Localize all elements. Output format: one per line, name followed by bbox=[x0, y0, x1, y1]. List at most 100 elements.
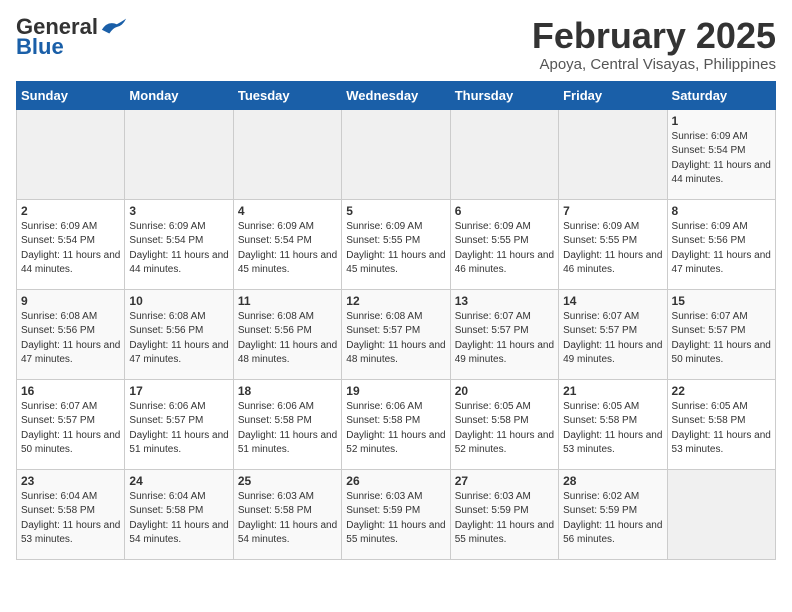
day-of-week-header: Tuesday bbox=[233, 81, 341, 109]
day-of-week-header: Saturday bbox=[667, 81, 775, 109]
calendar-cell: 11 Sunrise: 6:08 AMSunset: 5:56 PMDayligh… bbox=[233, 289, 341, 379]
day-number: 18 bbox=[238, 384, 337, 398]
day-number: 17 bbox=[129, 384, 228, 398]
day-info: Sunrise: 6:08 AMSunset: 5:56 PMDaylight:… bbox=[21, 310, 120, 368]
calendar-cell: 21 Sunrise: 6:05 AMSunset: 5:58 PMDayligh… bbox=[559, 379, 667, 469]
day-number: 28 bbox=[563, 474, 662, 488]
calendar-cell: 19Sunrise: 6:06 AMSunset: 5:58 PMDayligh… bbox=[342, 379, 450, 469]
calendar-cell: 13 Sunrise: 6:07 AMSunset: 5:57 PMDayligh… bbox=[450, 289, 558, 379]
calendar-cell bbox=[342, 109, 450, 199]
day-info: Sunrise: 6:07 AMSunset: 5:57 PMDaylight:… bbox=[455, 310, 554, 368]
day-info: Sunrise: 6:05 AMSunset: 5:58 PMDaylight:… bbox=[672, 400, 771, 458]
day-info: Sunrise: 6:06 AMSunset: 5:58 PMDaylight:… bbox=[238, 400, 337, 458]
calendar-cell: 4Sunrise: 6:09 AMSunset: 5:54 PMDaylight… bbox=[233, 199, 341, 289]
day-info: Sunrise: 6:03 AMSunset: 5:59 PMDaylight:… bbox=[455, 490, 554, 548]
location: Apoya, Central Visayas, Philippines bbox=[532, 56, 776, 73]
day-number: 14 bbox=[563, 294, 662, 308]
day-info: Sunrise: 6:02 AMSunset: 5:59 PMDaylight:… bbox=[563, 490, 662, 548]
calendar-cell: 22 Sunrise: 6:05 AMSunset: 5:58 PMDayligh… bbox=[667, 379, 775, 469]
day-number: 11 bbox=[238, 294, 337, 308]
title-area: February 2025 Apoya, Central Visayas, Ph… bbox=[532, 16, 776, 73]
day-info: Sunrise: 6:05 AMSunset: 5:58 PMDaylight:… bbox=[455, 400, 554, 458]
calendar-cell: 25 Sunrise: 6:03 AMSunset: 5:58 PMDayligh… bbox=[233, 469, 341, 559]
calendar-week-row: 1 Sunrise: 6:09 AMSunset: 5:54 PMDaylight… bbox=[17, 109, 776, 199]
calendar-cell: 6 Sunrise: 6:09 AMSunset: 5:55 PMDaylight… bbox=[450, 199, 558, 289]
calendar-cell bbox=[667, 469, 775, 559]
day-info: Sunrise: 6:09 AMSunset: 5:55 PMDaylight:… bbox=[563, 220, 662, 278]
day-info: Sunrise: 6:09 AMSunset: 5:54 PMDaylight:… bbox=[672, 130, 771, 188]
day-number: 7 bbox=[563, 204, 662, 218]
calendar-cell: 5 Sunrise: 6:09 AMSunset: 5:55 PMDaylight… bbox=[342, 199, 450, 289]
day-info: Sunrise: 6:08 AMSunset: 5:57 PMDaylight:… bbox=[346, 310, 445, 368]
calendar-cell: 28 Sunrise: 6:02 AMSunset: 5:59 PMDayligh… bbox=[559, 469, 667, 559]
calendar-cell: 17 Sunrise: 6:06 AMSunset: 5:57 PMDayligh… bbox=[125, 379, 233, 469]
day-info: Sunrise: 6:05 AMSunset: 5:58 PMDaylight:… bbox=[563, 400, 662, 458]
day-of-week-header: Thursday bbox=[450, 81, 558, 109]
day-number: 20 bbox=[455, 384, 554, 398]
calendar: SundayMondayTuesdayWednesdayThursdayFrid… bbox=[16, 81, 776, 560]
day-info: Sunrise: 6:04 AMSunset: 5:58 PMDaylight:… bbox=[21, 490, 120, 548]
calendar-week-row: 2 Sunrise: 6:09 AMSunset: 5:54 PMDaylight… bbox=[17, 199, 776, 289]
day-info: Sunrise: 6:09 AMSunset: 5:54 PMDaylight:… bbox=[21, 220, 120, 278]
day-number: 24 bbox=[129, 474, 228, 488]
calendar-cell bbox=[559, 109, 667, 199]
calendar-cell: 15 Sunrise: 6:07 AMSunset: 5:57 PMDayligh… bbox=[667, 289, 775, 379]
day-info: Sunrise: 6:06 AMSunset: 5:57 PMDaylight:… bbox=[129, 400, 228, 458]
day-number: 27 bbox=[455, 474, 554, 488]
logo-bird-icon bbox=[100, 16, 128, 38]
day-number: 10 bbox=[129, 294, 228, 308]
day-number: 1 bbox=[672, 114, 771, 128]
day-info: Sunrise: 6:09 AMSunset: 5:54 PMDaylight:… bbox=[129, 220, 228, 278]
calendar-cell: 16Sunrise: 6:07 AMSunset: 5:57 PMDayligh… bbox=[17, 379, 125, 469]
calendar-cell: 23Sunrise: 6:04 AMSunset: 5:58 PMDayligh… bbox=[17, 469, 125, 559]
day-number: 26 bbox=[346, 474, 445, 488]
day-number: 19 bbox=[346, 384, 445, 398]
calendar-cell: 26 Sunrise: 6:03 AMSunset: 5:59 PMDayligh… bbox=[342, 469, 450, 559]
header: General Blue February 2025 Apoya, Centra… bbox=[16, 16, 776, 73]
logo-blue-text: Blue bbox=[16, 34, 64, 60]
day-number: 3 bbox=[129, 204, 228, 218]
day-info: Sunrise: 6:09 AMSunset: 5:54 PMDaylight:… bbox=[238, 220, 337, 278]
logo: General Blue bbox=[16, 16, 128, 60]
day-info: Sunrise: 6:07 AMSunset: 5:57 PMDaylight:… bbox=[672, 310, 771, 368]
day-info: Sunrise: 6:07 AMSunset: 5:57 PMDaylight:… bbox=[563, 310, 662, 368]
calendar-cell: 8 Sunrise: 6:09 AMSunset: 5:56 PMDaylight… bbox=[667, 199, 775, 289]
day-number: 22 bbox=[672, 384, 771, 398]
day-number: 12 bbox=[346, 294, 445, 308]
day-number: 2 bbox=[21, 204, 120, 218]
day-number: 15 bbox=[672, 294, 771, 308]
calendar-cell: 2 Sunrise: 6:09 AMSunset: 5:54 PMDaylight… bbox=[17, 199, 125, 289]
day-number: 25 bbox=[238, 474, 337, 488]
calendar-cell: 18 Sunrise: 6:06 AMSunset: 5:58 PMDayligh… bbox=[233, 379, 341, 469]
day-info: Sunrise: 6:03 AMSunset: 5:59 PMDaylight:… bbox=[346, 490, 445, 548]
day-info: Sunrise: 6:08 AMSunset: 5:56 PMDaylight:… bbox=[238, 310, 337, 368]
day-of-week-header: Sunday bbox=[17, 81, 125, 109]
day-of-week-header: Wednesday bbox=[342, 81, 450, 109]
calendar-cell: 1 Sunrise: 6:09 AMSunset: 5:54 PMDaylight… bbox=[667, 109, 775, 199]
day-number: 5 bbox=[346, 204, 445, 218]
month-title: February 2025 bbox=[532, 16, 776, 56]
day-info: Sunrise: 6:09 AMSunset: 5:56 PMDaylight:… bbox=[672, 220, 771, 278]
calendar-week-row: 9 Sunrise: 6:08 AMSunset: 5:56 PMDaylight… bbox=[17, 289, 776, 379]
calendar-cell: 7 Sunrise: 6:09 AMSunset: 5:55 PMDaylight… bbox=[559, 199, 667, 289]
day-info: Sunrise: 6:08 AMSunset: 5:56 PMDaylight:… bbox=[129, 310, 228, 368]
day-number: 6 bbox=[455, 204, 554, 218]
calendar-cell: 14 Sunrise: 6:07 AMSunset: 5:57 PMDayligh… bbox=[559, 289, 667, 379]
calendar-cell: 20 Sunrise: 6:05 AMSunset: 5:58 PMDayligh… bbox=[450, 379, 558, 469]
day-info: Sunrise: 6:09 AMSunset: 5:55 PMDaylight:… bbox=[346, 220, 445, 278]
day-number: 9 bbox=[21, 294, 120, 308]
calendar-cell bbox=[450, 109, 558, 199]
day-number: 13 bbox=[455, 294, 554, 308]
day-info: Sunrise: 6:03 AMSunset: 5:58 PMDaylight:… bbox=[238, 490, 337, 548]
day-info: Sunrise: 6:09 AMSunset: 5:55 PMDaylight:… bbox=[455, 220, 554, 278]
day-info: Sunrise: 6:04 AMSunset: 5:58 PMDaylight:… bbox=[129, 490, 228, 548]
calendar-cell: 27 Sunrise: 6:03 AMSunset: 5:59 PMDayligh… bbox=[450, 469, 558, 559]
day-number: 16 bbox=[21, 384, 120, 398]
calendar-week-row: 16Sunrise: 6:07 AMSunset: 5:57 PMDayligh… bbox=[17, 379, 776, 469]
calendar-cell: 10 Sunrise: 6:08 AMSunset: 5:56 PMDayligh… bbox=[125, 289, 233, 379]
day-of-week-header: Monday bbox=[125, 81, 233, 109]
calendar-cell: 9 Sunrise: 6:08 AMSunset: 5:56 PMDaylight… bbox=[17, 289, 125, 379]
day-number: 8 bbox=[672, 204, 771, 218]
day-number: 21 bbox=[563, 384, 662, 398]
calendar-week-row: 23Sunrise: 6:04 AMSunset: 5:58 PMDayligh… bbox=[17, 469, 776, 559]
